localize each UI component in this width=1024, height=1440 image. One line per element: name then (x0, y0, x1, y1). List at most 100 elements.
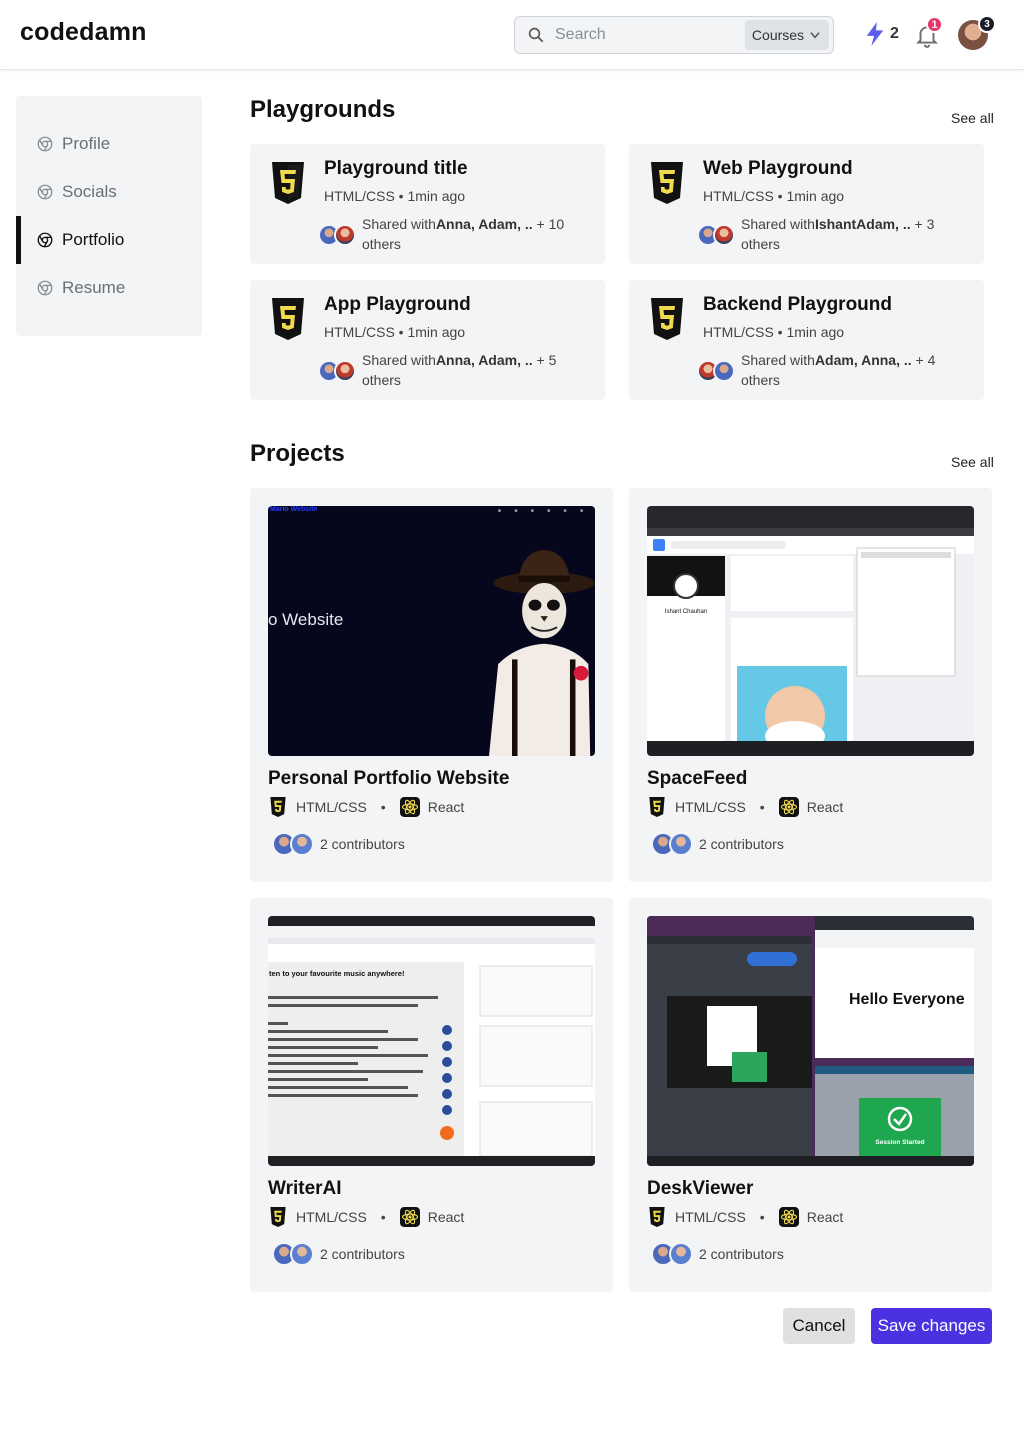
playground-title: Playground title (324, 158, 468, 179)
tech-label: React (427, 1209, 465, 1225)
html5-icon (649, 1207, 665, 1227)
sidebar-item-label: Resume (62, 278, 126, 297)
tech-label: HTML/CSS (675, 799, 746, 815)
avatar (713, 360, 735, 382)
playground-meta: HTML/CSS • 1min ago (324, 188, 466, 204)
playground-card[interactable]: Backend Playground HTML/CSS • 1min ago S… (629, 280, 984, 400)
spacefeed-screenshot: Ishant Chauhan (647, 506, 974, 756)
project-thumbnail: Ishant Chauhan (647, 506, 974, 756)
streak-counter[interactable]: 2 (864, 21, 899, 47)
react-icon (399, 1207, 420, 1227)
tech-label: HTML/CSS (675, 1209, 746, 1225)
playgrounds-heading: Playgrounds (250, 96, 396, 123)
project-title: Personal Portfolio Website (268, 768, 510, 789)
contributor-avatars (651, 832, 695, 856)
playground-card[interactable]: Playground title HTML/CSS • 1min ago Sha… (250, 144, 605, 264)
cancel-button[interactable]: Cancel (783, 1308, 855, 1344)
separator-dot: • (759, 1209, 765, 1225)
project-title: SpaceFeed (647, 768, 748, 789)
search-bar: Courses (514, 16, 834, 54)
separator-dot: • (380, 799, 386, 815)
logo[interactable]: codedamn (20, 18, 147, 47)
projects-heading: Projects (250, 440, 345, 467)
playground-title: Backend Playground (703, 294, 892, 315)
playgrounds-see-all-link[interactable]: See all (951, 110, 994, 126)
sidebar-item-socials[interactable]: Socials (16, 168, 202, 216)
top-navbar: codedamn Courses 2 1 3 (0, 0, 1024, 70)
project-card[interactable]: Ishant Chauhan SpaceFeed HTML/CSS • Reac… (629, 488, 992, 882)
shared-avatars (318, 360, 358, 382)
avatar (290, 832, 314, 856)
shared-avatars (697, 224, 737, 246)
search-scope-select[interactable]: Courses (745, 20, 829, 50)
playground-meta: HTML/CSS • 1min ago (324, 324, 466, 340)
svg-text:Hello Everyone: Hello Everyone (849, 991, 965, 1008)
chrome-icon (37, 280, 53, 296)
playground-title: Web Playground (703, 158, 853, 179)
react-icon (778, 797, 799, 817)
search-input[interactable] (555, 26, 735, 44)
tech-label: HTML/CSS (296, 1209, 367, 1225)
thumbnail-brand: Mario Website (270, 506, 318, 513)
thumbnail-text: o Website (268, 610, 344, 629)
project-card[interactable]: Hello Everyone Session Started DeskViewe… (629, 898, 992, 1292)
project-thumbnail: Hello Everyone Session Started (647, 916, 974, 1166)
avatar (713, 224, 735, 246)
shared-with-text: Shared withAnna, Adam, .. + 10 others (362, 216, 565, 252)
shared-avatars (697, 360, 737, 382)
sidebar-item-label: Socials (62, 182, 117, 201)
tech-stack: HTML/CSS • React (268, 1206, 464, 1228)
tech-label: React (427, 799, 465, 815)
playground-card[interactable]: Web Playground HTML/CSS • 1min ago Share… (629, 144, 984, 264)
playground-meta: HTML/CSS • 1min ago (703, 324, 845, 340)
chrome-icon (37, 184, 53, 200)
avatar (290, 1242, 314, 1266)
html5-icon (270, 797, 286, 817)
tech-label: HTML/CSS (296, 799, 367, 815)
playground-meta: HTML/CSS • 1min ago (703, 188, 845, 204)
profile-badge: 3 (978, 15, 996, 33)
thumbnail-nav: ■ ■ ■ ■ ■ ■ (497, 508, 589, 514)
separator-dot: • (380, 1209, 386, 1225)
html5-icon (270, 1207, 286, 1227)
tech-label: React (806, 799, 844, 815)
project-card[interactable]: Mario Website ■ ■ ■ ■ ■ ■ o Website Pers… (250, 488, 613, 882)
shared-avatars (318, 224, 358, 246)
contributors: 2 contributors (272, 1242, 405, 1266)
contributors: 2 contributors (651, 832, 784, 856)
sidebar-item-portfolio[interactable]: Portfolio (16, 216, 202, 264)
chrome-icon (37, 232, 53, 248)
sidebar-item-label: Profile (62, 134, 111, 153)
contributor-avatars (272, 1242, 316, 1266)
notification-badge: 1 (926, 16, 943, 33)
svg-text:Ishant Chauhan: Ishant Chauhan (665, 609, 707, 615)
shared-with-text: Shared withAnna, Adam, .. + 5 others (362, 352, 557, 388)
chevron-down-icon (810, 32, 820, 39)
avatar (669, 1242, 693, 1266)
html5-icon (651, 298, 683, 340)
settings-sidebar: Profile Socials Portfolio Resume (16, 96, 202, 336)
sidebar-item-profile[interactable]: Profile (16, 120, 202, 168)
sidebar-item-resume[interactable]: Resume (16, 264, 202, 312)
playground-card[interactable]: App Playground HTML/CSS • 1min ago Share… (250, 280, 605, 400)
deskviewer-screenshot: Hello Everyone Session Started (647, 916, 974, 1166)
lightning-icon (866, 22, 884, 46)
react-icon (778, 1207, 799, 1227)
tech-stack: HTML/CSS • React (647, 1206, 843, 1228)
react-icon (399, 797, 420, 817)
html5-icon (651, 162, 683, 204)
project-card[interactable]: ten to your favourite music anywhere! Wr… (250, 898, 613, 1292)
project-title: DeskViewer (647, 1178, 754, 1199)
tech-stack: HTML/CSS • React (268, 796, 464, 818)
html5-icon (272, 298, 304, 340)
writerai-screenshot: ten to your favourite music anywhere! (268, 916, 595, 1166)
projects-see-all-link[interactable]: See all (951, 454, 994, 470)
save-changes-button[interactable]: Save changes (871, 1308, 992, 1344)
streak-count: 2 (890, 25, 899, 42)
separator-dot: • (759, 799, 765, 815)
search-scope-label: Courses (751, 27, 805, 43)
shared-with-text: Shared withIshantAdam, .. + 3 others (741, 216, 935, 252)
contributors-count: 2 contributors (699, 836, 784, 852)
contributors-count: 2 contributors (320, 836, 405, 852)
contributors-count: 2 contributors (320, 1246, 405, 1262)
